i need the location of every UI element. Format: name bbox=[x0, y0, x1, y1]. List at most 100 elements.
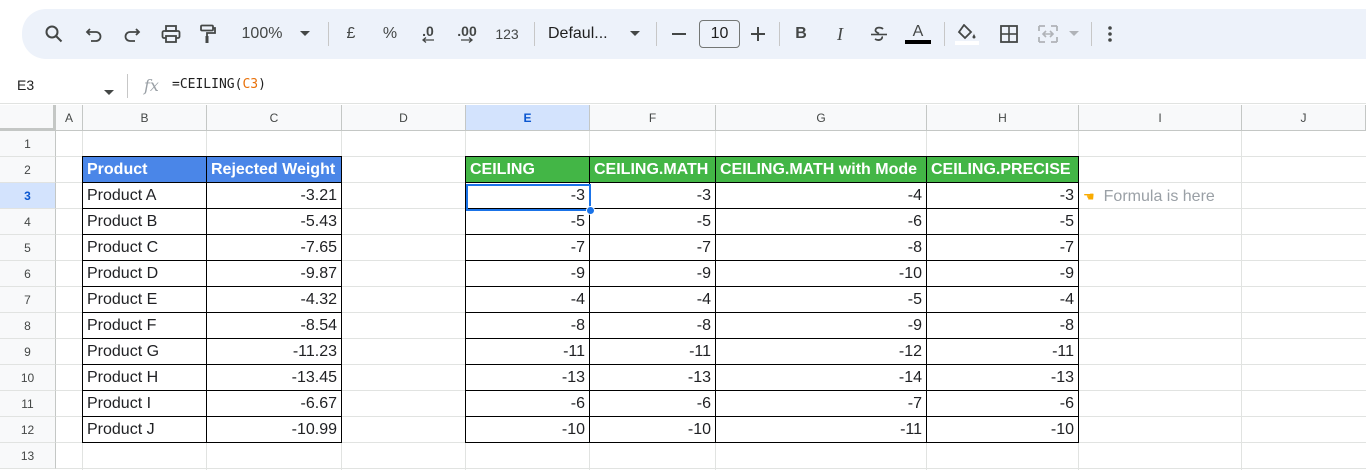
row-header-13[interactable]: 13 bbox=[0, 443, 56, 469]
ceiling-result-cell[interactable]: -5 bbox=[465, 208, 590, 235]
column-header-f[interactable]: F bbox=[590, 105, 716, 131]
zoom-dropdown-icon[interactable] bbox=[298, 9, 312, 59]
rejected-weight-cell[interactable]: -4.32 bbox=[206, 286, 342, 313]
column-header-a[interactable]: A bbox=[56, 105, 83, 131]
rejected-weight-cell[interactable]: -9.87 bbox=[206, 260, 342, 287]
column-header-d[interactable]: D bbox=[342, 105, 466, 131]
ceiling-result-cell[interactable]: -13 bbox=[465, 364, 590, 391]
ceiling-result-cell[interactable]: -7 bbox=[926, 234, 1079, 261]
bold-button[interactable]: B bbox=[791, 9, 811, 59]
ceiling-result-cell[interactable]: -5 bbox=[926, 208, 1079, 235]
name-box-dropdown-icon[interactable] bbox=[104, 83, 114, 101]
rejected-weight-cell[interactable]: -6.67 bbox=[206, 390, 342, 417]
ceiling-result-cell[interactable]: -3 bbox=[589, 182, 716, 209]
fill-color-button[interactable] bbox=[954, 9, 980, 59]
product-name-cell[interactable]: Product C bbox=[82, 234, 207, 261]
ceiling-result-cell[interactable]: -7 bbox=[465, 234, 590, 261]
row-header-5[interactable]: 5 bbox=[0, 235, 56, 261]
row-header-9[interactable]: 9 bbox=[0, 339, 56, 365]
ceiling-result-cell[interactable]: -6 bbox=[715, 208, 927, 235]
ceiling-result-cell[interactable]: -9 bbox=[715, 312, 927, 339]
ceiling-result-cell[interactable]: -4 bbox=[465, 286, 590, 313]
formula-input[interactable]: =CEILING(C3) bbox=[172, 77, 266, 92]
ceiling-result-cell[interactable]: -11 bbox=[465, 338, 590, 365]
row-header-2[interactable]: 2 bbox=[0, 157, 56, 183]
rejected-weight-cell[interactable]: -11.23 bbox=[206, 338, 342, 365]
ceiling-result-cell[interactable]: -6 bbox=[589, 390, 716, 417]
ceiling-result-cell[interactable]: -10 bbox=[589, 416, 716, 443]
font-select[interactable]: Defaul... bbox=[548, 9, 616, 59]
row-header-11[interactable]: 11 bbox=[0, 391, 56, 417]
ceiling-result-cell[interactable]: -6 bbox=[465, 390, 590, 417]
ceiling-result-cell[interactable]: -4 bbox=[926, 286, 1079, 313]
redo-icon[interactable] bbox=[120, 9, 144, 59]
column-header-e[interactable]: E bbox=[466, 105, 590, 131]
select-all-corner[interactable] bbox=[0, 105, 56, 131]
rejected-weight-cell[interactable]: -13.45 bbox=[206, 364, 342, 391]
ceiling-result-cell[interactable]: -8 bbox=[465, 312, 590, 339]
rejected-weight-cell[interactable]: -8.54 bbox=[206, 312, 342, 339]
ceiling-result-cell[interactable]: -13 bbox=[926, 364, 1079, 391]
product-name-cell[interactable]: Product H bbox=[82, 364, 207, 391]
name-box[interactable]: E3 bbox=[17, 77, 34, 93]
italic-button[interactable]: I bbox=[830, 9, 850, 59]
ceiling-result-cell[interactable]: -9 bbox=[589, 260, 716, 287]
rejected-weight-cell[interactable]: -10.99 bbox=[206, 416, 342, 443]
decrease-font-size-icon[interactable] bbox=[670, 9, 688, 59]
row-header-4[interactable]: 4 bbox=[0, 209, 56, 235]
increase-decimal-button[interactable]: .00 bbox=[452, 9, 482, 59]
ceiling-result-cell[interactable]: -3 bbox=[926, 182, 1079, 209]
ceiling-result-cell[interactable]: -10 bbox=[715, 260, 927, 287]
strikethrough-icon[interactable] bbox=[868, 9, 890, 59]
font-size-input[interactable]: 10 bbox=[699, 20, 740, 48]
table-header-cell[interactable]: CEILING.MATH with Mode bbox=[715, 156, 927, 183]
ceiling-result-cell[interactable]: -5 bbox=[715, 286, 927, 313]
column-header-j[interactable]: J bbox=[1242, 105, 1366, 131]
row-header-8[interactable]: 8 bbox=[0, 313, 56, 339]
merge-dropdown-icon[interactable] bbox=[1067, 9, 1081, 59]
ceiling-result-cell[interactable]: -4 bbox=[589, 286, 716, 313]
row-header-1[interactable]: 1 bbox=[0, 131, 56, 157]
column-header-i[interactable]: I bbox=[1079, 105, 1242, 131]
table-header-cell[interactable]: CEILING.PRECISE bbox=[926, 156, 1079, 183]
search-menus-icon[interactable] bbox=[42, 9, 66, 59]
ceiling-result-cell[interactable]: -11 bbox=[715, 416, 927, 443]
column-header-h[interactable]: H bbox=[927, 105, 1079, 131]
decrease-decimal-button[interactable]: .0 bbox=[414, 9, 442, 59]
merge-cells-icon[interactable] bbox=[1036, 9, 1060, 59]
column-header-b[interactable]: B bbox=[83, 105, 207, 131]
product-name-cell[interactable]: Product B bbox=[82, 208, 207, 235]
font-dropdown-icon[interactable] bbox=[628, 9, 642, 59]
ceiling-result-cell[interactable]: -13 bbox=[589, 364, 716, 391]
product-name-cell[interactable]: Product I bbox=[82, 390, 207, 417]
more-options-icon[interactable] bbox=[1102, 9, 1118, 59]
ceiling-result-cell[interactable]: -8 bbox=[589, 312, 716, 339]
fill-handle[interactable] bbox=[586, 206, 595, 215]
row-header-12[interactable]: 12 bbox=[0, 417, 56, 443]
table-header-cell[interactable]: Product bbox=[82, 156, 207, 183]
ceiling-result-cell[interactable]: -6 bbox=[926, 390, 1079, 417]
product-name-cell[interactable]: Product G bbox=[82, 338, 207, 365]
print-icon[interactable] bbox=[159, 9, 183, 59]
table-header-cell[interactable]: CEILING bbox=[465, 156, 590, 183]
row-header-6[interactable]: 6 bbox=[0, 261, 56, 287]
paint-format-icon[interactable] bbox=[196, 9, 220, 59]
product-name-cell[interactable]: Product E bbox=[82, 286, 207, 313]
more-formats-button[interactable]: 123 bbox=[492, 9, 522, 59]
ceiling-result-cell[interactable]: -8 bbox=[926, 312, 1079, 339]
column-header-c[interactable]: C bbox=[207, 105, 342, 131]
rejected-weight-cell[interactable]: -7.65 bbox=[206, 234, 342, 261]
rejected-weight-cell[interactable]: -3.21 bbox=[206, 182, 342, 209]
ceiling-result-cell[interactable]: -11 bbox=[926, 338, 1079, 365]
borders-icon[interactable] bbox=[997, 9, 1021, 59]
ceiling-result-cell[interactable]: -10 bbox=[926, 416, 1079, 443]
ceiling-result-cell[interactable]: -10 bbox=[465, 416, 590, 443]
ceiling-result-cell[interactable]: -9 bbox=[926, 260, 1079, 287]
increase-font-size-icon[interactable] bbox=[749, 9, 767, 59]
row-header-3[interactable]: 3 bbox=[0, 183, 56, 209]
ceiling-result-cell[interactable]: -7 bbox=[589, 234, 716, 261]
text-color-button[interactable]: A bbox=[904, 9, 932, 59]
percent-format-button[interactable]: % bbox=[379, 9, 401, 59]
product-name-cell[interactable]: Product F bbox=[82, 312, 207, 339]
rejected-weight-cell[interactable]: -5.43 bbox=[206, 208, 342, 235]
